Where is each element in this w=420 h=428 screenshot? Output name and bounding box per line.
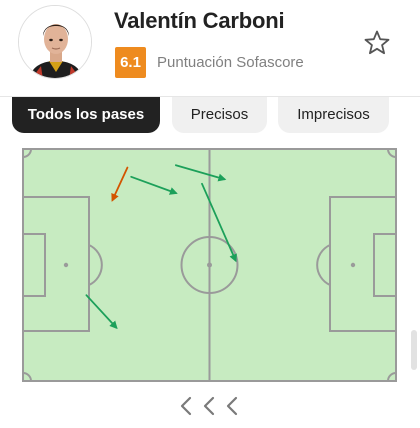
tab-inaccurate-passes[interactable]: Imprecisos <box>278 97 389 133</box>
center-spot <box>207 262 212 268</box>
chevron-left-icon[interactable] <box>180 396 192 416</box>
tab-all-passes[interactable]: Todos los pases <box>12 97 160 133</box>
left-penalty-spot <box>63 262 69 268</box>
pass-navigation <box>176 394 244 418</box>
player-avatar <box>18 5 92 79</box>
rating-badge: 6.1 <box>115 47 146 78</box>
tab-accurate-passes[interactable]: Precisos <box>172 97 267 133</box>
scrollbar-thumb[interactable] <box>411 330 417 370</box>
star-icon[interactable] <box>362 28 392 58</box>
player-name: Valentín Carboni <box>114 8 285 33</box>
chevron-left-icon[interactable] <box>226 396 238 416</box>
chevron-left-icon[interactable] <box>203 396 215 416</box>
player-header: Valentín Carboni 6.1 Puntuación Sofascor… <box>0 0 420 97</box>
right-penalty-spot <box>350 262 356 268</box>
pass-map-pitch <box>22 148 397 382</box>
pass-filter-tabs: Todos los pases Precisos Imprecisos <box>0 97 420 137</box>
rating-label: Puntuación Sofascore <box>157 54 304 71</box>
